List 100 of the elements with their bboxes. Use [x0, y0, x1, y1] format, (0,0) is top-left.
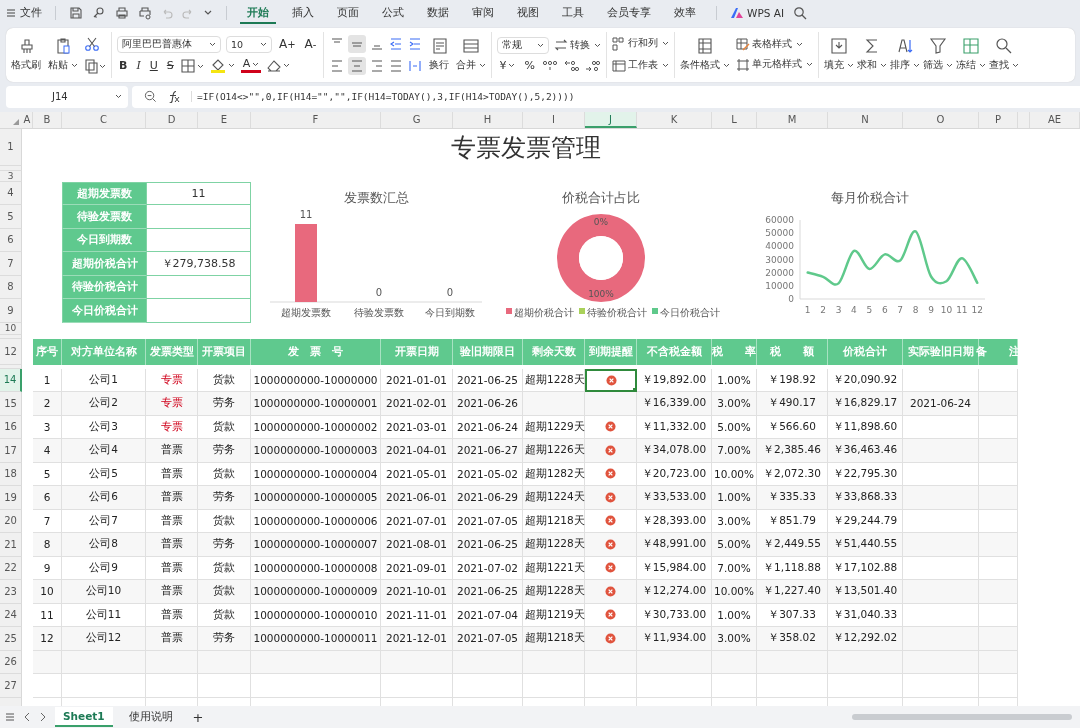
search-icon[interactable] [793, 5, 807, 20]
row-header[interactable]: 3 [0, 170, 22, 182]
tool-button[interactable]: 冻结 [956, 37, 987, 73]
tool-button[interactable]: 筛选 [923, 37, 954, 73]
number-format-dropdown[interactable]: 常规 [497, 36, 550, 54]
row-header[interactable]: 4 [0, 181, 22, 206]
key-icon[interactable] [92, 5, 106, 20]
ribbon-tab[interactable]: 公式 [375, 1, 411, 25]
cell-reference-field[interactable]: J14 [6, 85, 128, 108]
align-center-icon[interactable] [348, 56, 367, 75]
column-header[interactable]: AE [1030, 111, 1080, 128]
file-menu[interactable]: 文件 [6, 5, 42, 21]
row-header[interactable]: 8 [0, 275, 22, 300]
ribbon-tab[interactable]: 审阅 [465, 1, 501, 25]
row-header[interactable]: 20 [0, 509, 22, 534]
print-preview-icon[interactable] [138, 5, 152, 20]
row-header[interactable]: 1 [0, 128, 22, 166]
ribbon-tab[interactable]: 页面 [330, 1, 366, 25]
row-header[interactable]: 25 [0, 627, 22, 651]
ribbon-tab[interactable]: 视图 [510, 1, 546, 25]
row-header[interactable]: 12 [0, 338, 22, 365]
font-style-button[interactable]: B [117, 59, 130, 73]
zoom-icon[interactable] [144, 90, 157, 104]
row-header[interactable]: 7 [0, 252, 22, 276]
align-middle-icon[interactable] [348, 34, 367, 53]
next-sheet-icon[interactable] [39, 712, 47, 722]
column-header[interactable]: H [453, 111, 523, 128]
cell-style-button[interactable]: 单元格样式 [736, 57, 814, 72]
paste-button[interactable]: 粘贴 [48, 37, 78, 73]
convert-button[interactable]: 转换 [554, 38, 602, 53]
row-header[interactable]: 18 [0, 462, 22, 487]
add-sheet-button[interactable]: + [188, 709, 208, 725]
column-header[interactable]: B [33, 111, 62, 128]
wrap-text-button[interactable]: 换行 [429, 37, 451, 73]
column-header[interactable]: K [637, 111, 712, 128]
font-style-button[interactable]: U [147, 59, 160, 73]
ribbon-tab[interactable]: 会员专享 [600, 1, 658, 25]
column-header[interactable]: C [62, 111, 146, 128]
ribbon-tab[interactable]: 效率 [667, 1, 703, 25]
merge-button[interactable]: 合并 [456, 37, 487, 73]
row-header[interactable]: 9 [0, 299, 22, 323]
save-icon[interactable] [69, 5, 83, 20]
sheet-tab[interactable]: 使用说明 [120, 707, 181, 727]
ai-button[interactable]: WPS AI [730, 6, 784, 19]
previous-sheet-icon[interactable] [23, 712, 31, 722]
ribbon-tab[interactable]: 插入 [285, 1, 321, 25]
row-header[interactable]: 16 [0, 415, 22, 440]
column-header[interactable]: F [251, 111, 381, 128]
cut-icon[interactable] [84, 35, 100, 52]
font-size-dropdown[interactable]: 10 [226, 35, 272, 53]
column-header[interactable]: O [903, 111, 979, 128]
sheet-tab[interactable]: Sheet1 [55, 707, 113, 727]
row-header[interactable]: 19 [0, 486, 22, 510]
row-header[interactable]: 22 [0, 556, 22, 581]
ribbon-tab[interactable]: 数据 [420, 1, 456, 25]
menu-icon[interactable] [5, 712, 15, 722]
column-header[interactable]: P [979, 111, 1018, 128]
column-header[interactable]: A [22, 111, 33, 128]
font-style-button[interactable]: S [164, 59, 176, 73]
row-header[interactable]: 5 [0, 205, 22, 229]
fill-color-icon[interactable] [209, 57, 236, 74]
borders-icon[interactable] [180, 58, 205, 73]
row-header[interactable]: 14 [0, 368, 22, 393]
format-painter-button[interactable]: 格式刷 [11, 37, 42, 73]
row-header[interactable]: 21 [0, 533, 22, 557]
column-header[interactable]: D [146, 111, 198, 128]
row-header[interactable]: 27 [0, 674, 22, 698]
horizontal-scrollbar[interactable] [852, 714, 1072, 720]
increase-decimal-icon[interactable] [562, 58, 579, 73]
thousands-separator-icon[interactable] [541, 58, 558, 73]
tool-button[interactable]: 排序 [890, 37, 921, 73]
conditional-format-button[interactable]: 条件格式 [680, 37, 731, 73]
ribbon-tab[interactable]: 工具 [555, 1, 591, 25]
row-header[interactable]: 6 [0, 228, 22, 253]
font-style-button[interactable]: I [134, 59, 143, 73]
table-style-button[interactable]: 表格样式 [736, 37, 814, 52]
column-header[interactable]: E [198, 111, 251, 128]
copy-icon[interactable] [84, 57, 106, 74]
print-icon[interactable] [115, 5, 129, 20]
column-header[interactable]: L [712, 111, 757, 128]
tool-button[interactable]: 求和 [857, 37, 888, 73]
row-header[interactable]: 24 [0, 603, 22, 628]
font-color-button[interactable]: A [240, 58, 262, 74]
row-header[interactable]: 23 [0, 580, 22, 604]
column-header[interactable]: J [585, 111, 637, 128]
currency-button[interactable]: ¥ [497, 59, 518, 73]
ribbon-tab[interactable]: 开始 [240, 1, 276, 25]
rows-columns-button[interactable]: 行和列 [612, 36, 670, 51]
column-header[interactable]: N [828, 111, 903, 128]
row-header[interactable]: 15 [0, 392, 22, 416]
alert-cell[interactable] [585, 368, 637, 393]
worksheet-button[interactable]: 工作表 [612, 58, 670, 73]
tool-button[interactable]: 填充 [824, 37, 855, 73]
tool-button[interactable]: 查找 [989, 37, 1020, 73]
percent-button[interactable]: % [522, 59, 537, 73]
font-name-dropdown[interactable]: 阿里巴巴普惠体 [117, 35, 221, 53]
decrease-decimal-icon[interactable] [583, 58, 600, 73]
function-icon[interactable] [167, 90, 181, 104]
column-header[interactable]: M [757, 111, 828, 128]
row-header[interactable]: 17 [0, 439, 22, 463]
